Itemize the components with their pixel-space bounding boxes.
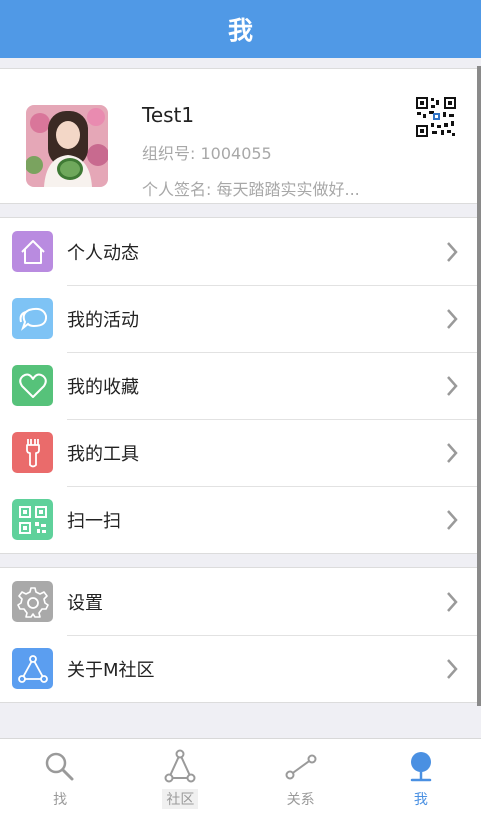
tab-label-community: 社区: [162, 789, 199, 809]
chat-bubbles-icon: [12, 298, 53, 339]
profile-card[interactable]: Test1 组织号: 1004055 个人签名: 每天踏踏实实做好...: [0, 68, 481, 204]
tab-find[interactable]: 找: [0, 739, 120, 814]
menu-item-my-favorites[interactable]: 我的收藏: [0, 352, 481, 419]
menu-label-scan: 扫一扫: [67, 510, 121, 532]
house-icon: [12, 231, 53, 272]
menu-item-my-tools[interactable]: 我的工具: [0, 419, 481, 486]
tab-label-relations: 关系: [286, 792, 315, 808]
tab-me[interactable]: 我: [361, 739, 481, 814]
chevron-right-icon: [447, 592, 458, 612]
organization-number: 组织号: 1004055: [142, 144, 272, 163]
menu-group-settings: 设置 关于M社区: [0, 567, 481, 703]
header-bar: 我: [0, 0, 481, 58]
search-icon: [45, 752, 74, 781]
page-title: 我: [227, 16, 253, 45]
chevron-right-icon: [447, 242, 458, 262]
menu-item-my-activities[interactable]: 我的活动: [0, 285, 481, 352]
relation-icon: [285, 754, 317, 780]
tab-community[interactable]: 社区: [120, 739, 240, 814]
chevron-right-icon: [447, 510, 458, 530]
menu-label-my-activities: 我的活动: [67, 309, 139, 331]
chevron-right-icon: [447, 659, 458, 679]
profile-name: Test1: [142, 103, 195, 127]
menu-item-about[interactable]: 关于M社区: [0, 635, 481, 702]
chevron-right-icon: [447, 443, 458, 463]
tab-label-find: 找: [53, 792, 68, 808]
avatar[interactable]: [26, 105, 108, 187]
gear-icon: [12, 581, 53, 622]
menu-item-scan[interactable]: 扫一扫: [0, 486, 481, 553]
menu-label-my-tools: 我的工具: [67, 443, 139, 465]
scrollbar[interactable]: [477, 66, 481, 706]
tab-label-me: 我: [413, 792, 428, 808]
tab-relations[interactable]: 关系: [241, 739, 361, 814]
triangle-nodes-icon: [12, 648, 53, 689]
bottom-tab-bar: 找 社区 关系 我: [0, 738, 481, 814]
chevron-right-icon: [447, 309, 458, 329]
menu-item-settings[interactable]: 设置: [0, 568, 481, 635]
chevron-right-icon: [447, 376, 458, 396]
menu-label-personal-updates: 个人动态: [67, 242, 139, 264]
community-icon: [164, 749, 196, 783]
wrench-icon: [12, 432, 53, 473]
personal-signature: 个人签名: 每天踏踏实实做好...: [142, 180, 360, 199]
menu-group-main: 个人动态 我的活动 我的收藏 我的工具 扫一扫: [0, 217, 481, 554]
me-icon: [410, 752, 432, 782]
heart-icon: [12, 365, 53, 406]
qr-scan-icon: [12, 499, 53, 540]
menu-label-settings: 设置: [67, 592, 103, 614]
menu-item-personal-updates[interactable]: 个人动态: [0, 218, 481, 285]
menu-label-my-favorites: 我的收藏: [67, 376, 139, 398]
menu-label-about: 关于M社区: [67, 659, 155, 681]
qr-code-icon[interactable]: [415, 96, 457, 138]
